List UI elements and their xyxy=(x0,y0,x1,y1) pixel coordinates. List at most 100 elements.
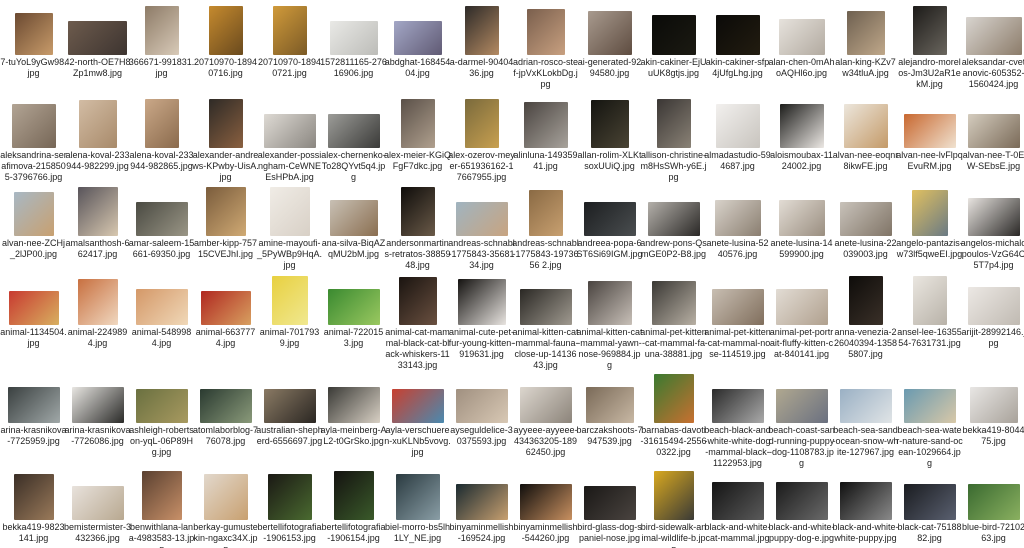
file-item[interactable]: animal-2249894.jpg xyxy=(64,270,131,378)
file-thumbnail xyxy=(584,202,636,236)
file-name: andreas-schnabl-1775843-1973656 2.jpg xyxy=(512,238,579,270)
file-item[interactable]: ansel-lee-1635554-7631731.jpg xyxy=(896,270,963,378)
file-thumbnail xyxy=(520,484,572,520)
file-thumbnail xyxy=(520,387,572,423)
file-item[interactable]: berkay-gumustekin-ngaxc34X.jpg xyxy=(192,465,259,548)
file-name: alvan-nee-T-0EW-SEbsE.jpg xyxy=(962,150,1024,171)
file-item[interactable]: 366671-991831.jpg xyxy=(128,0,195,108)
file-item[interactable]: animal-7220153.jpg xyxy=(320,270,387,378)
file-name: animal-7017939.jpg xyxy=(259,327,320,348)
file-item[interactable]: animal-pet-portrait-fluffy-kitten-cat-84… xyxy=(768,270,835,378)
file-name: 42-north-OE7H8Zp1mw8.jpg xyxy=(64,57,131,78)
file-thumbnail xyxy=(209,99,243,148)
file-item[interactable]: akin-cakiner-EjUuUK8gtjs.jpg xyxy=(640,0,707,108)
file-item[interactable]: ashleigh-robertson-yqL-06P89Hg.jpg xyxy=(128,368,195,476)
file-name: angelo-pantazis-w73lf5qweEI.jpg xyxy=(896,238,963,259)
file-item[interactable]: 7-tuYoL9yGw98.jpg xyxy=(0,0,67,108)
file-item[interactable]: bekka419-9823141.jpg xyxy=(0,465,67,548)
file-name: animal-6637774.jpg xyxy=(195,327,256,348)
file-name: bird-sidewalk-animal-wildlife-b.jpg xyxy=(640,522,707,548)
file-item[interactable]: animal-kitten-cat-mammal-fauna-close-up-… xyxy=(512,270,579,378)
file-thumbnail xyxy=(8,387,60,423)
file-item[interactable]: bird-sidewalk-animal-wildlife-b.jpg xyxy=(640,465,707,548)
file-item[interactable]: beach-sea-water-nature-sand-ocean-102966… xyxy=(896,368,963,476)
file-item[interactable]: barnabas-davoti-31615494-25560322.jpg xyxy=(640,368,707,476)
file-item[interactable]: beach-sea-sand-ocean-snow-white-127967.j… xyxy=(832,368,899,476)
file-item[interactable]: arina-krasnikova-7726086.jpg xyxy=(64,368,131,476)
file-item[interactable]: alejandro-morelos-Jm3U2aR1ekM.jpg xyxy=(896,0,963,108)
file-item[interactable]: 1572811165-27616906.jpg xyxy=(320,0,387,108)
file-item[interactable]: ayseguldelice-30375593.jpg xyxy=(448,368,515,476)
file-item[interactable]: barczakshoots-7947539.jpg xyxy=(576,368,643,476)
file-item[interactable]: beach-black-and-white-white-dog-mammal-b… xyxy=(704,368,771,476)
file-name: andreea-popa-6ST6Si69IGM.jpg xyxy=(576,238,643,259)
file-thumbnail xyxy=(840,389,892,423)
file-item[interactable]: ayla-verschueren-xuKLNb5vovg.jpg xyxy=(384,368,451,476)
file-name: animal-2249894.jpg xyxy=(67,327,128,348)
file-item[interactable]: akin-cakiner-sfp4jUfgLhg.jpg xyxy=(704,0,771,108)
file-name: 366671-991831.jpg xyxy=(128,57,195,78)
file-item[interactable]: arina-krasnikova-7725959.jpg xyxy=(0,368,67,476)
file-item[interactable]: 20710970-18940716.jpg xyxy=(192,0,259,108)
file-name: aleksandrina-serafimova-2158505-3796766.… xyxy=(0,150,67,182)
file-item[interactable]: animal-pet-kitten-cat-mammal-nose-114519… xyxy=(704,270,771,378)
file-item[interactable]: australian-shepherd-6556697.jpg xyxy=(256,368,323,476)
file-item[interactable]: animal-cat-mammal-black-cat-black-whiske… xyxy=(384,270,451,378)
file-item[interactable]: 42-north-OE7H8Zp1mw8.jpg xyxy=(64,0,131,108)
file-item[interactable]: animal-6637774.jpg xyxy=(192,270,259,378)
file-item[interactable]: binyaminmellish-169524.jpg xyxy=(448,465,515,548)
file-thumbnail xyxy=(968,484,1020,520)
file-item[interactable]: black-and-white-puppy-dog-e.jpg xyxy=(768,465,835,548)
file-item[interactable]: animal-5489984.jpg xyxy=(128,270,195,378)
file-name: beach-sea-water-nature-sand-ocean-102966… xyxy=(896,425,963,468)
file-name: animal-cute-pet-fur-young-kitten-919631.… xyxy=(448,327,515,359)
file-item[interactable]: biel-morro-bs5lh1LY_NE.jpg xyxy=(384,465,451,548)
file-item[interactable]: animal-1134504.jpg xyxy=(0,270,67,378)
file-thumbnail xyxy=(136,289,188,325)
file-thumbnail xyxy=(79,100,117,148)
file-item[interactable]: aleksandar-cvetanovic-605352-1560424.jpg xyxy=(960,0,1024,108)
file-item[interactable]: benwithlana-lana-4983583-13.jpg xyxy=(128,465,195,548)
file-item[interactable]: adrian-rosco-stef-jpVxKLokbDg.jpg xyxy=(512,0,579,108)
file-item[interactable]: a-darmel-9040436.jpg xyxy=(448,0,515,108)
file-item[interactable]: ayyeee-ayyeee-434363205-18962450.jpg xyxy=(512,368,579,476)
file-item[interactable]: abdghat-16845404.jpg xyxy=(384,0,451,108)
file-item[interactable]: black-and-white-white-puppy.jpg xyxy=(832,465,899,548)
file-name: ayseguldelice-30375593.jpg xyxy=(450,425,513,446)
file-thumbnail xyxy=(209,6,243,55)
file-item[interactable]: arijit-28992146.jpg xyxy=(960,270,1024,378)
file-item[interactable]: animal-pet-kitten-cat-mammal-fauna-38881… xyxy=(640,270,707,378)
file-item[interactable]: binyaminmellish-544260.jpg xyxy=(512,465,579,548)
file-thumbnail xyxy=(272,276,308,325)
file-item[interactable]: ai-generated-9294580.jpg xyxy=(576,0,643,108)
file-thumbnail xyxy=(328,114,380,148)
file-item[interactable]: beach-coast-sand-running-puppy-dog-11087… xyxy=(768,368,835,476)
file-item[interactable]: atomlaborblog-776078.jpg xyxy=(192,368,259,476)
file-item[interactable]: bemistermister-3432366.jpg xyxy=(64,465,131,548)
file-item[interactable]: 20710970-18940721.jpg xyxy=(256,0,323,108)
file-item[interactable]: bertellifotografia-1906154.jpg xyxy=(320,465,387,548)
file-item[interactable]: ayla-meinberg-AL2-t0GrSko.jpg xyxy=(320,368,387,476)
file-item[interactable]: bird-glass-dog-spaniel-nose.jpg xyxy=(576,465,643,548)
file-item[interactable]: anna-venezia-226040394-13585807.jpg xyxy=(832,270,899,378)
file-item[interactable]: blue-bird-7210263.jpg xyxy=(960,465,1024,548)
file-name: animal-cat-mammal-black-cat-black-whiske… xyxy=(385,327,450,370)
file-item[interactable]: animal-kitten-cat-mammal-yawn-nose-96988… xyxy=(576,270,643,378)
file-item[interactable]: alan-king-KZv7w34tluA.jpg xyxy=(832,0,899,108)
file-thumbnail xyxy=(145,6,179,55)
file-item[interactable]: alan-chen-0mAhoAQHl6o.jpg xyxy=(768,0,835,108)
file-thumbnail xyxy=(136,389,188,423)
file-item[interactable]: bertellifotografia-1906153.jpg xyxy=(256,465,323,548)
file-item[interactable]: black-and-white-cat-mammal.jpg xyxy=(704,465,771,548)
file-name: black-and-white-cat-mammal.jpg xyxy=(704,522,771,543)
file-name: ansel-lee-1635554-7631731.jpg xyxy=(897,327,962,348)
file-name: alena-koval-233944-982299.jpg xyxy=(65,150,130,171)
file-item[interactable]: black-cat-7518882.jpg xyxy=(896,465,963,548)
file-item[interactable]: bekka419-804475.jpg xyxy=(960,368,1024,476)
file-name: a-darmel-9040436.jpg xyxy=(449,57,514,78)
file-name: alex-meier-KGiQFgF7dkc.jpg xyxy=(384,150,451,171)
file-thumbnail xyxy=(72,486,124,520)
file-item[interactable]: animal-cute-pet-fur-young-kitten-919631.… xyxy=(448,270,515,378)
file-item[interactable]: animal-7017939.jpg xyxy=(256,270,323,378)
file-thumbnail xyxy=(779,200,825,236)
